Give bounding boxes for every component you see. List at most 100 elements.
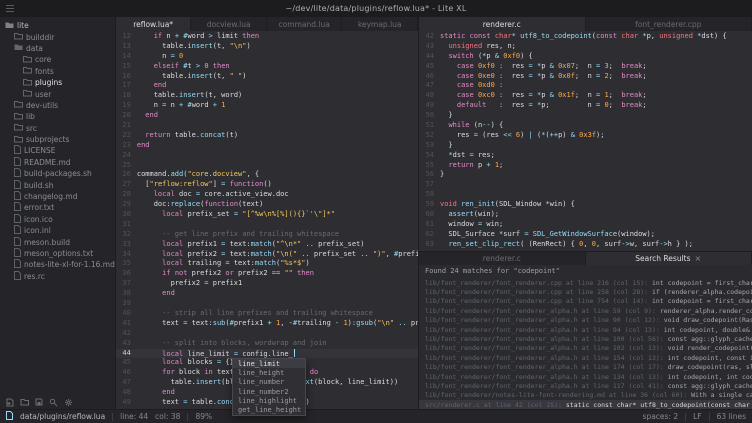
search-result-row[interactable]: src/renderer.c at line 42 (col 25): stat… [419,400,752,409]
code-line-40[interactable]: 40 -- strip all line prefixes and traili… [116,309,418,319]
code-line-21[interactable]: 21 [116,121,418,131]
open-folder-icon[interactable] [20,398,29,406]
code-line-52[interactable]: 52 res = (res << 6) | (*(++p) & 0x3f); [419,131,752,141]
tab-keymap-lua[interactable]: keymap.lua [342,17,418,31]
tab-renderer-c[interactable]: renderer.c [419,252,586,265]
code-line-12[interactable]: 12 if n + #word > limit then [116,32,418,42]
tab-reflow-lua[interactable]: reflow.lua* [116,17,192,31]
code-line-61[interactable]: 61 window = win; [419,220,752,230]
settings-icon[interactable] [64,398,73,407]
tree-item-core[interactable]: core [0,54,115,65]
tree-item-src[interactable]: src [0,123,115,134]
status-indent-mode[interactable]: spaces: 2 [643,412,679,421]
code-line-22[interactable]: 22 return table.concat(t) [116,131,418,141]
search-result-row[interactable]: lib/font_renderer/font_renderer_alpha.h … [419,316,752,325]
code-line-49[interactable]: 49 default : res = *p; n = 0; break; [419,101,752,111]
tree-item-icon-ico[interactable]: icon.ico [0,214,115,225]
code-line-42[interactable]: 42static const char* utf8_to_codepoint(c… [419,32,752,42]
code-line-50[interactable]: 50 } [419,111,752,121]
code-line-24[interactable]: 24 [116,151,418,161]
code-line-14[interactable]: 14 n = 0 [116,52,418,62]
code-line-30[interactable]: 30 local prefix_set = "[^%w\n%[%](){}`'\… [116,210,418,220]
code-line-39[interactable]: 39 [116,299,418,309]
search-result-row[interactable]: lib/font_renderer/font_renderer.cpp at l… [419,278,752,287]
tree-item-notes-lite-xl-for-1-16-md[interactable]: notes-lite-xl-for-1.16.md [0,259,115,270]
code-line-38[interactable]: 38 end [116,289,418,299]
tree-item-user[interactable]: user [0,88,115,99]
search-result-row[interactable]: lib/font_renderer/font_renderer_alpha.h … [419,325,752,334]
code-line-42[interactable]: 42 [116,329,418,339]
tree-item-lib[interactable]: lib [0,111,115,122]
tree-item-meson-options-txt[interactable]: meson_options.txt [0,248,115,259]
search-result-row[interactable]: lib/font_renderer/notes-lite-font-render… [419,391,752,400]
autocomplete-item-line-number[interactable]: line_number [233,378,305,387]
code-line-16[interactable]: 16 table.insert(t, " ") [116,72,418,82]
code-line-56[interactable]: 56} [419,170,752,180]
code-line-25[interactable]: 25 [116,161,418,171]
autocomplete-item-line-height[interactable]: line_height [233,368,305,377]
code-line-19[interactable]: 19 n = n + #word + 1 [116,101,418,111]
code-line-20[interactable]: 20 end [116,111,418,121]
status-line[interactable]: line: 44 [120,412,148,421]
search-result-row[interactable]: lib/font_renderer/font_renderer_alpha.h … [419,353,752,362]
tree-item-changelog-md[interactable]: changelog.md [0,191,115,202]
code-line-36[interactable]: 36 if not prefix2 or prefix2 == "" then [116,269,418,279]
tree-item-license[interactable]: LICENSE [0,145,115,156]
code-line-29[interactable]: 29 doc:replace(function(text) [116,200,418,210]
code-line-57[interactable]: 57 [419,180,752,190]
autocomplete-item-line-highlight[interactable]: line_highlight [233,396,305,405]
search-result-row[interactable]: lib/font_renderer/font_renderer_alpha.h … [419,334,752,343]
tree-item-build-sh[interactable]: build.sh [0,179,115,190]
code-line-26[interactable]: 26command.add("core.docview", { [116,170,418,180]
code-line-41[interactable]: 41 text = text:sub(#prefix1 + 1, -#trail… [116,319,418,329]
code-line-58[interactable]: 58 [419,190,752,200]
code-line-27[interactable]: 27 ["reflow:reflow"] = function() [116,180,418,190]
left-code-view[interactable]: 12 if n + #word > limit then13 table.ins… [116,31,418,409]
status-eol-mode[interactable]: LF [693,412,702,421]
code-line-34[interactable]: 34 local prefix2 = text:match("\n(" .. p… [116,250,418,260]
tab-renderer-c[interactable]: renderer.c [419,17,586,31]
code-line-28[interactable]: 28 local doc = core.active_view.doc [116,190,418,200]
tab-docview-lua[interactable]: docview.lua [191,17,267,31]
tree-item-plugins[interactable]: plugins [0,77,115,88]
tab-command-lua[interactable]: command.lua [267,17,343,31]
code-line-63[interactable]: 63 ren_set_clip_rect( (RenRect) { 0, 0, … [419,240,752,250]
code-line-23[interactable]: 23end [116,141,418,151]
code-line-31[interactable]: 31 [116,220,418,230]
code-line-54[interactable]: 54 *dst = res; [419,151,752,161]
code-line-44[interactable]: 44 switch (*p & 0xf0) { [419,52,752,62]
tree-item-readme-md[interactable]: README.md [0,157,115,168]
code-line-60[interactable]: 60 assert(win); [419,210,752,220]
tree-item-data[interactable]: data [0,43,115,54]
tree-item-subprojects[interactable]: subprojects [0,134,115,145]
code-line-53[interactable]: 53 } [419,141,752,151]
tab-close-icon[interactable]: × [695,254,702,263]
tree-item-build-packages-sh[interactable]: build-packages.sh [0,168,115,179]
code-line-44[interactable]: 44 local line_limit = config.line_ [116,349,418,359]
code-line-45[interactable]: 45 case 0xf0 : res = *p & 0x07; n = 3; b… [419,62,752,72]
code-line-15[interactable]: 15 elseif #t > 0 then [116,62,418,72]
autocomplete-item-line-number2[interactable]: line_number2 [233,387,305,396]
code-line-55[interactable]: 55 return p + 1; [419,161,752,171]
right-code-view[interactable]: 42static const char* utf8_to_codepoint(c… [419,31,752,251]
save-icon[interactable] [35,398,43,406]
code-line-18[interactable]: 18 table.insert(t, word) [116,91,418,101]
tree-item-fonts[interactable]: fonts [0,66,115,77]
status-col[interactable]: col: 38 [155,412,180,421]
code-line-37[interactable]: 37 prefix2 = prefix1 [116,279,418,289]
tree-item-error-txt[interactable]: error.txt [0,202,115,213]
tree-item-lite[interactable]: lite [0,20,115,31]
tree-item-meson-build[interactable]: meson.build [0,236,115,247]
search-result-row[interactable]: lib/font_renderer/font_renderer.cpp at l… [419,287,752,296]
tab-search-results[interactable]: Search Results× [586,252,752,265]
code-line-62[interactable]: 62 SDL_Surface *surf = SDL_GetWindowSurf… [419,230,752,240]
search-result-row[interactable]: lib/font_renderer/font_renderer.cpp at l… [419,297,752,306]
code-line-47[interactable]: 47 case 0xd0 : [419,81,752,91]
code-line-43[interactable]: 43 -- split into blocks, wordwrap and jo… [116,339,418,349]
tree-item-builddir[interactable]: builddir [0,31,115,42]
search-result-row[interactable]: lib/font_renderer/font_renderer_alpha.h … [419,344,752,353]
code-line-59[interactable]: 59void ren_init(SDL_Window *win) { [419,200,752,210]
code-line-35[interactable]: 35 local trailing = text:match("%s*$") [116,259,418,269]
code-line-32[interactable]: 32 -- get line prefix and trailing white… [116,230,418,240]
code-line-43[interactable]: 43 unsigned res, n; [419,42,752,52]
